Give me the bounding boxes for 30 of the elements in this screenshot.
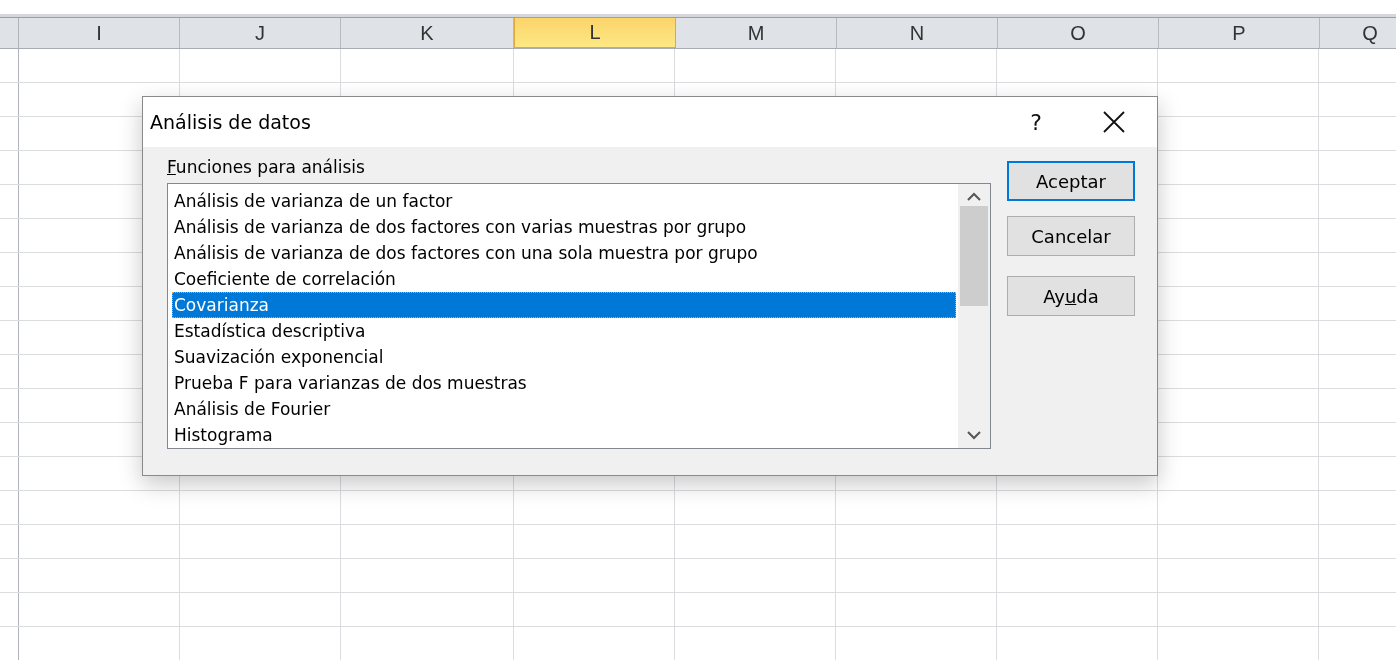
column-header[interactable]: I	[19, 18, 180, 48]
close-icon[interactable]	[1103, 111, 1125, 133]
scroll-thumb[interactable]	[960, 206, 988, 306]
column-header[interactable]: L	[514, 18, 676, 48]
list-item[interactable]: Coeficiente de correlación	[172, 266, 956, 292]
column-header[interactable]: Q	[1320, 18, 1396, 48]
column-header[interactable]: P	[1159, 18, 1320, 48]
scrollbar[interactable]	[958, 184, 990, 448]
list-item[interactable]: Análisis de varianza de dos factores con varias muestras por grupo	[172, 214, 956, 240]
help-button[interactable]: ?	[1021, 104, 1051, 140]
list-item[interactable]: Histograma	[172, 422, 956, 448]
list-item[interactable]: Análisis de varianza de dos factores con una sola muestra por grupo	[172, 240, 956, 266]
dialog-button[interactable]: Cancelar	[1007, 216, 1135, 256]
list-label: Funciones para análisis	[167, 157, 366, 177]
column-header[interactable]: J	[180, 18, 341, 48]
dialog-button[interactable]: Aceptar	[1007, 161, 1135, 201]
list-item[interactable]: Estadística descriptiva	[172, 318, 956, 344]
scroll-down-icon[interactable]	[966, 430, 982, 440]
dialog-title: Análisis de datos	[150, 111, 312, 133]
list-item[interactable]: Prueba F para varianzas de dos muestras	[172, 370, 956, 396]
dialog-button[interactable]: Ayuda	[1007, 276, 1135, 316]
list-item[interactable]: Suavización exponencial	[172, 344, 956, 370]
column-header[interactable]: O	[998, 18, 1159, 48]
function-list[interactable]	[167, 183, 991, 449]
list-item[interactable]: Análisis de Fourier	[172, 396, 956, 422]
list-item[interactable]: Análisis de varianza de un factor	[172, 188, 956, 214]
list-item[interactable]: Covarianza	[172, 292, 956, 318]
column-header[interactable]: N	[837, 18, 998, 48]
column-header[interactable]: M	[676, 18, 837, 48]
scroll-up-icon[interactable]	[966, 192, 982, 202]
